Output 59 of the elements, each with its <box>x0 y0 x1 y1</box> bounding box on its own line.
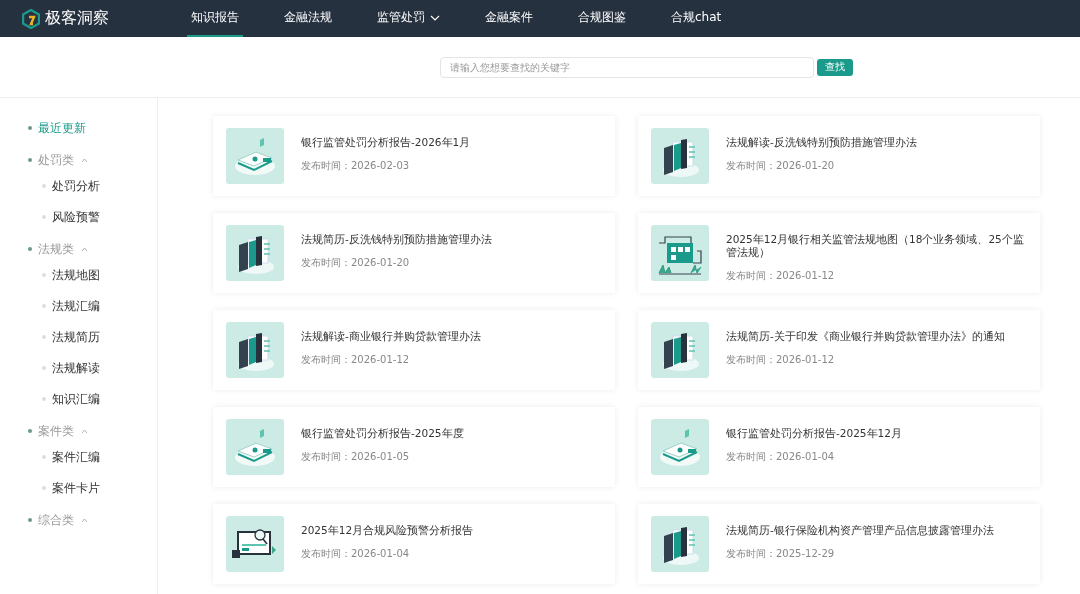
sidebar-subitem[interactable]: 法规汇编 <box>0 296 104 316</box>
nav-tab[interactable]: 金融法规 <box>280 0 336 37</box>
report-card[interactable]: 2025年12月银行相关监管法规地图（18个业务领域、25个监管法规） 发布时间：2026-01-12 <box>638 213 1040 293</box>
report-card[interactable]: 银行监管处罚分析报告-2025年度 发布时间：2026-01-05 <box>213 407 615 487</box>
report-card[interactable]: 法规简历-银行保险机构资产管理产品信息披露管理办法 发布时间：2025-12-29 <box>638 504 1040 584</box>
sidebar-subitem[interactable]: 案件卡片 <box>0 478 104 498</box>
sidebar-subitem[interactable]: 处罚分析 <box>0 176 104 196</box>
publish-date: 发布时间：2026-01-05 <box>301 450 411 465</box>
publish-date: 发布时间：2026-01-20 <box>726 159 836 174</box>
document-stack-drawing <box>226 128 284 184</box>
report-title: 2025年12月合规风险预警分析报告 <box>301 524 474 538</box>
report-title: 法规简历-银行保险机构资产管理产品信息披露管理办法 <box>726 524 994 538</box>
phone-checklist-drawing <box>226 322 284 378</box>
report-card[interactable]: 法规简历-反洗钱特别预防措施管理办法 发布时间：2026-01-20 <box>213 213 615 293</box>
report-title: 银行监管处罚分析报告-2025年度 <box>301 427 464 441</box>
nav-tab[interactable]: 合规图鉴 <box>574 0 630 37</box>
publish-date: 发布时间：2026-01-12 <box>301 353 411 368</box>
report-card[interactable]: 银行监管处罚分析报告-2026年1月 发布时间：2026-02-03 <box>213 116 615 196</box>
phone-checklist-drawing <box>651 128 709 184</box>
report-title: 银行监管处罚分析报告-2026年1月 <box>301 136 471 150</box>
sidebar-subitem[interactable]: 风险预警 <box>0 207 104 227</box>
report-title: 银行监管处罚分析报告-2025年12月 <box>726 427 902 441</box>
monitor-chart-drawing <box>226 516 284 572</box>
publish-date: 发布时间：2025-12-29 <box>726 547 836 562</box>
phone-checklist-drawing <box>651 516 709 572</box>
report-title: 法规解读-商业银行并购贷款管理办法 <box>301 330 481 344</box>
report-card[interactable]: 法规解读-商业银行并购贷款管理办法 发布时间：2026-01-12 <box>213 310 615 390</box>
nav-tab[interactable]: 合规chat <box>667 0 726 37</box>
hexagon-logo-icon <box>22 8 40 29</box>
report-title: 法规简历-关于印发《商业银行并购贷款管理办法》的通知 <box>726 330 1005 344</box>
nav-tab[interactable]: 知识报告 <box>187 0 243 37</box>
publish-date: 发布时间：2026-01-20 <box>301 256 411 271</box>
report-title: 法规解读-反洗钱特别预防措施管理办法 <box>726 136 917 150</box>
publish-date: 发布时间：2026-02-03 <box>301 159 411 174</box>
phone-checklist-drawing <box>226 225 284 281</box>
sidebar-subitem[interactable]: 法规解读 <box>0 358 104 378</box>
brand-name: 极客洞察 <box>45 8 109 29</box>
sidebar-subitem[interactable]: 法规简历 <box>0 327 104 347</box>
report-title: 2025年12月银行相关监管法规地图（18个业务领域、25个监管法规） <box>726 233 1025 260</box>
nav-tab[interactable]: 监管处罚 <box>373 0 444 37</box>
phone-checklist-drawing <box>651 322 709 378</box>
report-card[interactable]: 2025年12月合规风险预警分析报告 发布时间：2026-01-04 <box>213 504 615 584</box>
publish-date: 发布时间：2026-01-12 <box>726 353 836 368</box>
report-card[interactable]: 法规解读-反洗钱特别预防措施管理办法 发布时间：2026-01-20 <box>638 116 1040 196</box>
sidebar-subitem[interactable]: 案件汇编 <box>0 447 104 467</box>
sidebar-subitem[interactable]: 法规地图 <box>0 265 104 285</box>
report-title: 法规简历-反洗钱特别预防措施管理办法 <box>301 233 492 247</box>
report-card[interactable]: 法规简历-关于印发《商业银行并购贷款管理办法》的通知 发布时间：2026-01-12 <box>638 310 1040 390</box>
publish-date: 发布时间：2026-01-04 <box>726 450 836 465</box>
sidebar-item[interactable]: 最近更新 <box>0 118 90 138</box>
nav-tab[interactable]: 金融案件 <box>481 0 537 37</box>
building-map-drawing <box>651 225 709 281</box>
sidebar-subitem[interactable]: 知识汇编 <box>0 389 104 409</box>
search-field[interactable]: 请输入您想要查找的关键字 <box>440 56 814 78</box>
report-card[interactable]: 银行监管处罚分析报告-2025年12月 发布时间：2026-01-04 <box>638 407 1040 487</box>
document-stack-drawing <box>226 419 284 475</box>
publish-date: 发布时间：2026-01-12 <box>726 269 836 284</box>
publish-date: 发布时间：2026-01-04 <box>301 547 411 562</box>
document-stack-drawing <box>651 419 709 475</box>
